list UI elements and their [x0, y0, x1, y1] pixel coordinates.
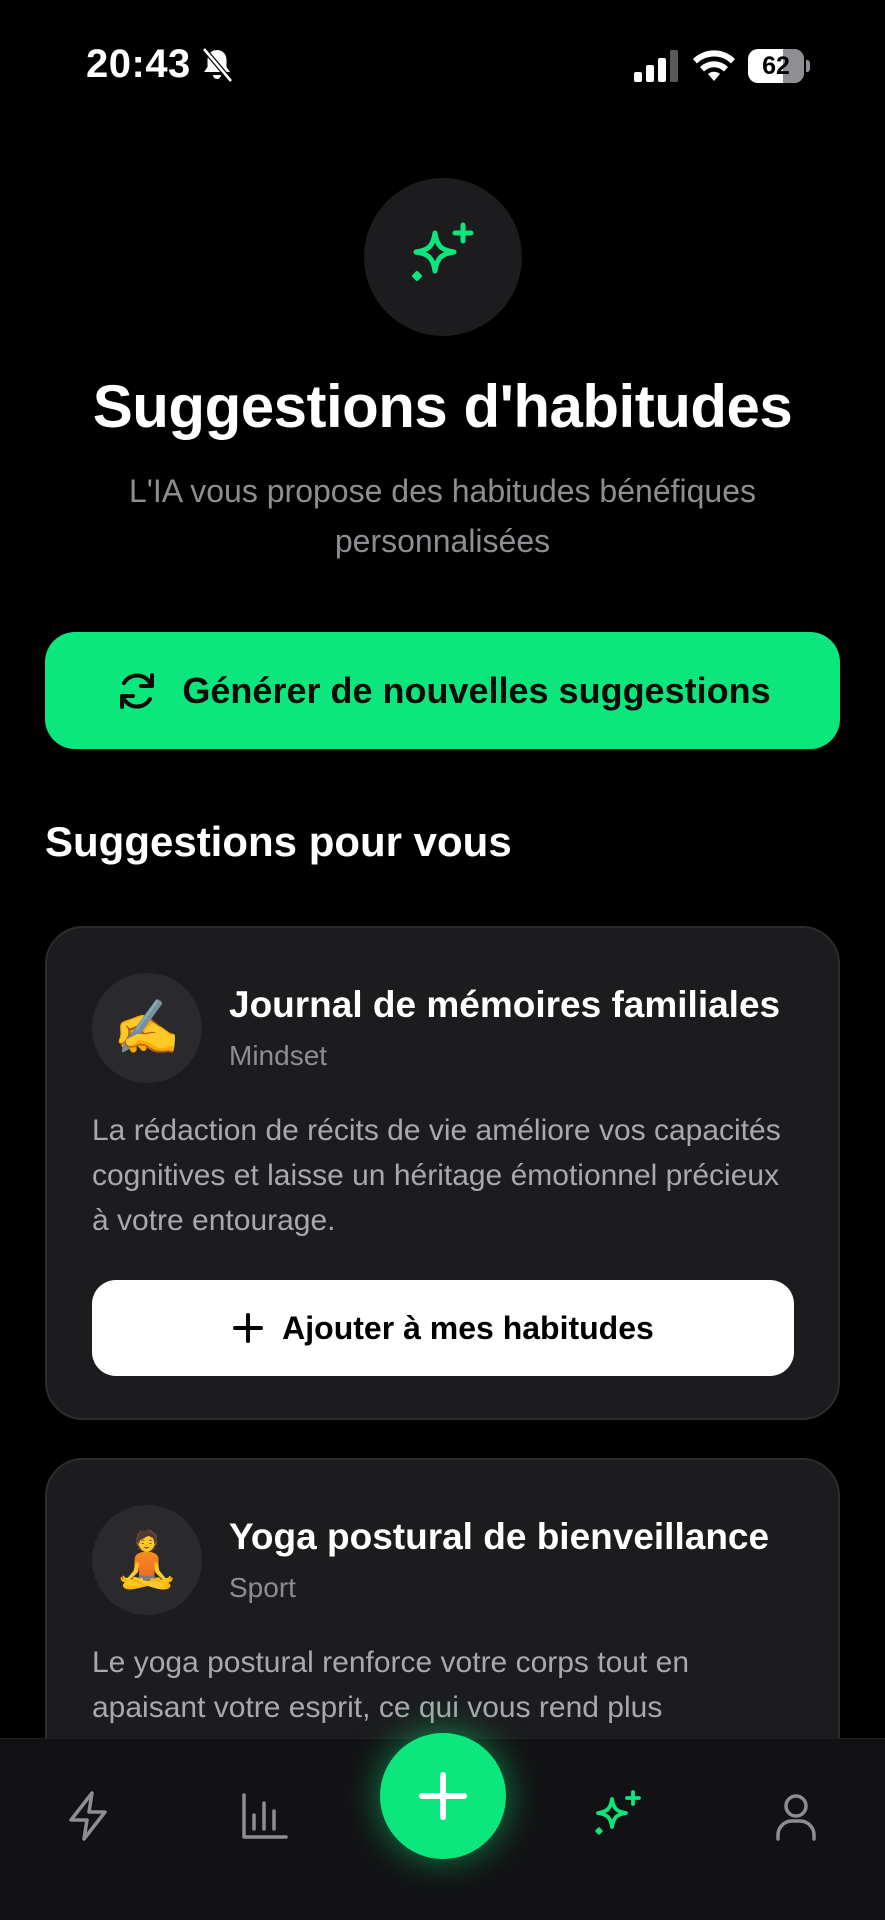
refresh-icon [120, 672, 155, 709]
tab-profile[interactable] [768, 1788, 824, 1844]
suggestion-card: ✍️ Journal de mémoires familiales Mindse… [45, 926, 840, 1420]
section-title: Suggestions pour vous [45, 818, 512, 865]
cellular-signal-icon [634, 50, 678, 82]
lightning-icon [69, 1791, 107, 1841]
sparkles-icon [411, 222, 474, 282]
wifi-icon [693, 50, 735, 81]
suggestion-title: Journal de mémoires familiales [229, 984, 781, 1025]
stats-chart-icon [242, 1793, 288, 1839]
generate-suggestions-label: Générer de nouvelles suggestions [182, 669, 771, 711]
suggestion-category: Mindset [229, 1040, 328, 1071]
suggestion-description: La rédaction de récits de vie améliore v… [92, 1114, 781, 1237]
suggestion-category: Sport [229, 1572, 296, 1603]
suggestion-title: Yoga postural de bienveillance [229, 1516, 770, 1557]
tab-habits[interactable] [60, 1788, 116, 1844]
profile-icon [776, 1794, 816, 1841]
status-time: 20:43 [86, 42, 191, 86]
plus-icon [233, 1313, 264, 1343]
bell-slash-icon [202, 47, 233, 83]
battery-icon: 62 [748, 49, 810, 83]
suggestion-description: Le yoga postural renforce votre corps to… [92, 1646, 690, 1724]
add-to-habits-button[interactable]: Ajouter à mes habitudes [92, 1280, 794, 1376]
battery-percent: 62 [762, 52, 790, 80]
sparkles-icon [595, 1790, 641, 1835]
add-icon [419, 1772, 467, 1820]
suggestions-screen: 20:43 62 Suggestions d'habitudes L'IA vo… [0, 0, 885, 1920]
status-bar: 20:43 62 [0, 0, 885, 130]
page-subtitle: L'IA vous propose des habitudes bénéfiqu… [128, 473, 756, 559]
tab-suggestions[interactable] [590, 1788, 646, 1844]
suggestion-emoji: 🧘 [92, 1505, 202, 1615]
hero-sparkles-badge [364, 178, 522, 336]
page-title: Suggestions d'habitudes [92, 373, 793, 440]
add-habit-fab[interactable] [380, 1733, 506, 1859]
generate-suggestions-button[interactable]: Générer de nouvelles suggestions [45, 632, 840, 749]
suggestion-emoji: ✍️ [92, 973, 202, 1083]
tab-statistics[interactable] [237, 1788, 293, 1844]
add-to-habits-label: Ajouter à mes habitudes [282, 1309, 654, 1346]
